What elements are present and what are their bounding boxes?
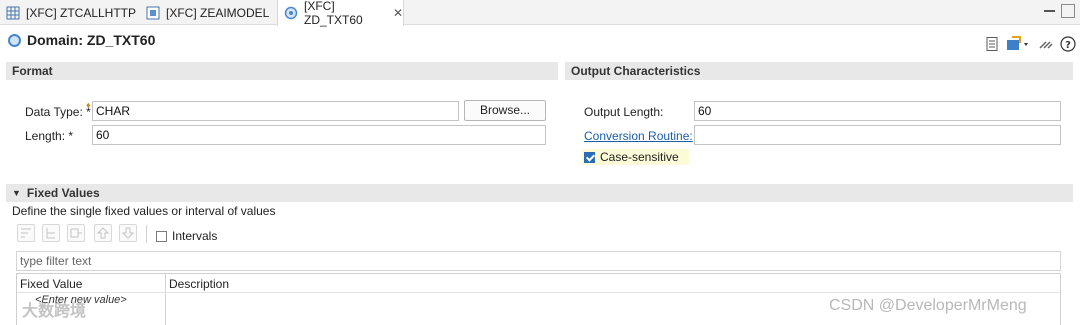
- domain-icon: [284, 6, 298, 20]
- run-dropdown-icon[interactable]: [1006, 36, 1032, 52]
- length-input[interactable]: 60: [92, 125, 546, 145]
- conversion-routine-input[interactable]: [694, 125, 1061, 145]
- browse-button[interactable]: Browse...: [464, 100, 546, 121]
- minimize-icon[interactable]: [1043, 4, 1057, 18]
- intervals-checkbox[interactable]: Intervals: [156, 229, 217, 243]
- delete-row-icon[interactable]: [67, 224, 85, 242]
- page-title-text: Domain: ZD_TXT60: [27, 32, 156, 48]
- tab-label: [XFC] ZTCALLHTTP: [26, 5, 137, 20]
- tab-label: [XFC] ZEAIMODEL: [166, 5, 270, 20]
- fixed-values-section-header[interactable]: ▼ Fixed Values: [6, 184, 1073, 202]
- format-header-text: Format: [12, 64, 53, 78]
- watermark-left: 大数跨境: [22, 303, 87, 320]
- case-sensitive-checkbox[interactable]: Case-sensitive: [582, 149, 689, 165]
- column-header-fixed-value[interactable]: Fixed Value: [20, 277, 82, 291]
- pen-icon[interactable]: [1038, 36, 1054, 52]
- checkbox-unchecked-icon[interactable]: [156, 230, 167, 242]
- required-marker-icon: ♦: [86, 100, 91, 110]
- output-header-text: Output Characteristics: [571, 64, 701, 78]
- fixed-values-description: Define the single fixed values or interv…: [12, 204, 276, 218]
- tab-zeaimodel[interactable]: [XFC] ZEAIMODEL: [146, 0, 269, 25]
- tab-label: [XFC] ZD_TXT60: [304, 0, 363, 27]
- structure-icon: [146, 6, 160, 20]
- tab-zd-txt60[interactable]: [XFC] ZD_TXT60 ✕: [277, 0, 404, 27]
- move-down-icon[interactable]: [119, 224, 137, 242]
- format-section-header: Format: [6, 62, 558, 80]
- checkbox-checked-icon[interactable]: [584, 151, 595, 163]
- insert-row-icon[interactable]: [42, 224, 60, 242]
- output-section-header: Output Characteristics: [565, 62, 1073, 80]
- editor-toolbar: ?: [978, 36, 1076, 52]
- editor-tab-bar: [XFC] ZTCALLHTTP [XFC] ZEAIMODEL [XFC] Z…: [0, 0, 1080, 27]
- data-type-label: Data Type: *: [25, 105, 91, 119]
- domain-icon: [8, 33, 21, 47]
- collapse-triangle-icon[interactable]: ▼: [12, 184, 21, 202]
- tab-ztcallhttp[interactable]: [XFC] ZTCALLHTTP: [6, 0, 136, 25]
- move-up-icon[interactable]: [94, 224, 112, 242]
- output-length-label: Output Length:: [584, 105, 664, 119]
- table-icon: [6, 6, 20, 20]
- data-type-input[interactable]: CHAR: [92, 101, 459, 121]
- svg-text:?: ?: [1065, 40, 1071, 51]
- case-sensitive-label: Case-sensitive: [600, 150, 679, 164]
- output-length-input[interactable]: 60: [694, 101, 1061, 121]
- length-label: Length: *: [25, 129, 74, 143]
- sort-icon[interactable]: [17, 224, 35, 242]
- watermark-right: CSDN @DeveloperMrMeng: [829, 297, 1027, 314]
- maximize-icon[interactable]: [1061, 4, 1075, 18]
- page-title: Domain: ZD_TXT60: [8, 32, 155, 48]
- document-icon[interactable]: [984, 36, 1000, 52]
- toolbar-divider: [146, 225, 147, 243]
- column-header-description[interactable]: Description: [169, 277, 229, 291]
- intervals-label: Intervals: [172, 229, 218, 243]
- filter-input[interactable]: type filter text: [16, 251, 1061, 271]
- header-divider: [17, 292, 1060, 293]
- close-icon[interactable]: ✕: [393, 6, 403, 20]
- fixed-values-header-text: Fixed Values: [26, 186, 100, 200]
- column-divider: [165, 274, 166, 325]
- conversion-routine-link[interactable]: Conversion Routine:: [584, 129, 693, 143]
- help-icon[interactable]: ?: [1060, 36, 1076, 52]
